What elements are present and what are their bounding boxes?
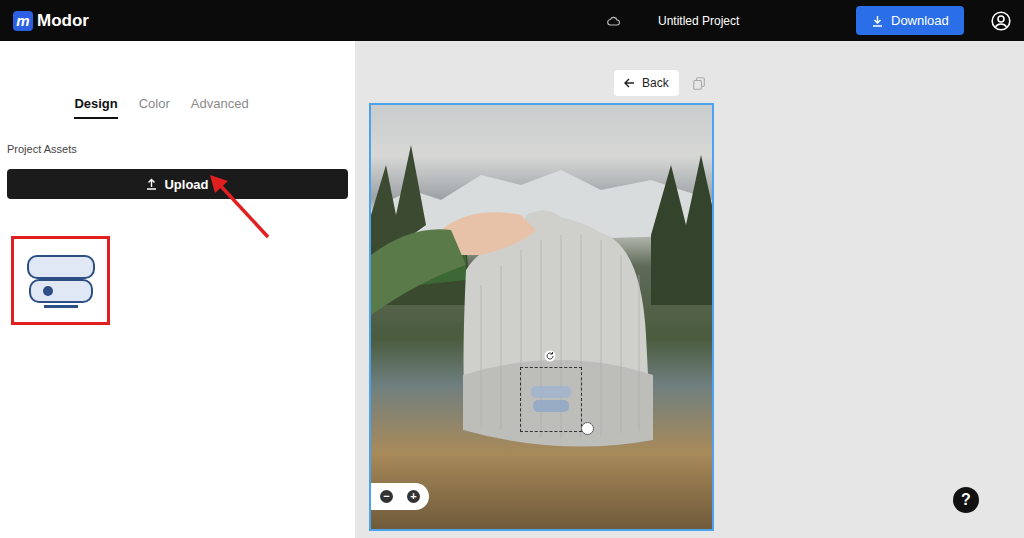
copy-icon[interactable]: [693, 77, 705, 90]
app-name: Modor: [37, 11, 89, 31]
left-panel: Design Color Advanced Project Assets Uploa…: [0, 41, 355, 538]
tab[interactable]: Color: [139, 96, 170, 119]
zoom-in-button[interactable]: +: [407, 490, 420, 503]
annotation-arrow-icon: [200, 171, 280, 241]
upload-label: Upload: [164, 177, 208, 192]
logo-artwork-icon: [529, 383, 573, 417]
tab[interactable]: Advanced: [191, 96, 249, 119]
photo-icon: [371, 105, 712, 529]
help-button[interactable]: ?: [953, 487, 979, 513]
tab-bar: Design Color Advanced: [0, 41, 355, 119]
user-icon[interactable]: [991, 11, 1011, 31]
tab[interactable]: Design: [74, 96, 117, 119]
rotate-icon[interactable]: [544, 350, 556, 362]
zoom-out-button[interactable]: −: [380, 490, 393, 503]
design-placement[interactable]: [520, 367, 582, 432]
zoom-controls: − +: [371, 483, 429, 510]
asset-thumbnail[interactable]: [11, 236, 110, 325]
resize-handle[interactable]: [581, 422, 594, 435]
upload-button[interactable]: Upload: [7, 169, 348, 199]
back-button[interactable]: Back: [614, 70, 679, 96]
download-label: Download: [891, 13, 949, 28]
top-bar: m Modor Untitled Project Download: [0, 0, 1024, 41]
asset-list: [0, 199, 355, 325]
project-title[interactable]: Untitled Project: [658, 14, 739, 28]
logo[interactable]: m Modor: [0, 11, 607, 31]
arrow-left-icon: [624, 78, 635, 88]
download-button[interactable]: Download: [856, 6, 964, 35]
logo-mark: m: [13, 11, 33, 31]
download-icon: [872, 15, 883, 27]
mockup-canvas[interactable]: − +: [369, 103, 714, 531]
cloud-icon: [607, 16, 620, 26]
project-info: Untitled Project: [607, 14, 739, 28]
assets-heading: Project Assets: [7, 143, 355, 155]
logo-artwork-icon: [24, 250, 98, 312]
upload-icon: [146, 178, 157, 190]
back-label: Back: [642, 76, 669, 90]
canvas-area: Back − +: [355, 41, 1024, 538]
